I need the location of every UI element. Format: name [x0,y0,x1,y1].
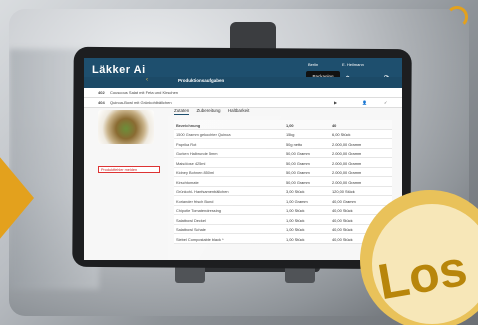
dish-image [98,110,154,144]
play-icon[interactable]: ▶ [334,100,337,105]
order-name: Couscous Salat mit Feta und Kirschen [110,90,179,95]
user-label[interactable]: E. Heilmann [342,62,364,67]
order-id: 404 [98,100,105,105]
section-title: Produktionsaufgaben [178,78,225,83]
order-id: 402 [98,90,105,95]
tablet-screen: Läkker Ai Berlin E. Heilmann Packaging ⚙… [84,58,402,260]
order-row-1[interactable]: 402 Couscous Salat mit Feta und Kirschen [84,88,402,98]
check-icon[interactable]: ✓ [384,100,387,105]
tab-ingredients[interactable]: Zutaten [174,108,190,115]
photo-background: Läkker Ai Berlin E. Heilmann Packaging ⚙… [0,0,478,325]
tab-shelf-life[interactable]: Haltbarkeit [228,108,250,113]
user-add-icon[interactable]: 👤 [362,100,367,105]
tab-bar: Zutaten Zubereitung Haltbarkeit [174,108,255,115]
chevron-left-icon[interactable]: ‹ [146,77,148,83]
order-row-2[interactable]: 404 Quinoa-Bowl mit Grünkohlbällchen ▶ 👤… [84,98,402,108]
section-bar: ‹ Produktionsaufgaben [84,77,402,88]
location-label[interactable]: Berlin [308,62,318,67]
order-name: Quinoa-Bowl mit Grünkohlbällchen [110,100,172,105]
report-problem-button[interactable]: Produktfehler melden [98,166,160,173]
tab-preparation[interactable]: Zubereitung [197,108,221,113]
corner-decoration [446,6,468,28]
app-title: Läkker Ai [92,64,146,76]
chevron-decoration [0,150,34,246]
